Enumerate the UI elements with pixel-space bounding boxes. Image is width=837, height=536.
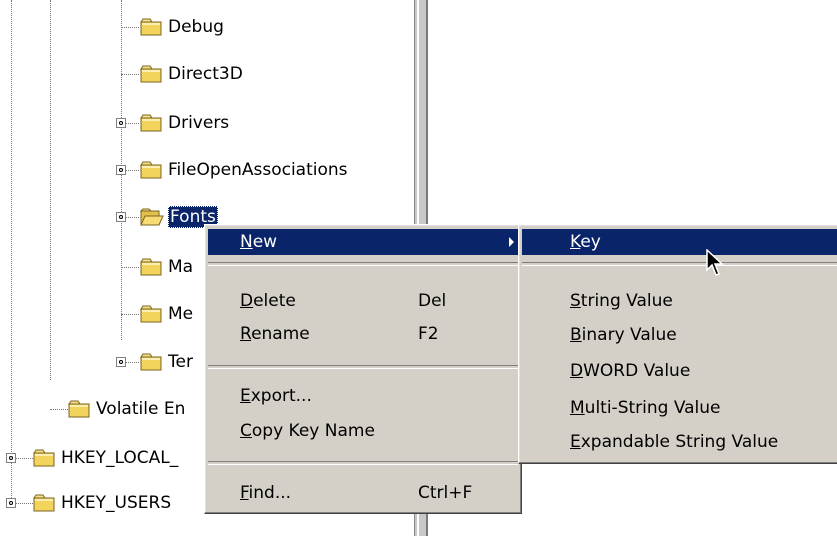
mouse-pointer-icon — [706, 249, 724, 276]
tree-node-ter[interactable]: Ter — [140, 350, 195, 374]
submenu-item-key[interactable]: Key — [522, 229, 837, 255]
menu-item-label: New — [240, 232, 278, 252]
menu-item-new[interactable]: New — [208, 229, 518, 255]
tree-node-volatile-environment[interactable]: Volatile En — [68, 397, 187, 421]
folder-icon — [33, 449, 55, 467]
menu-item-label: Rename — [240, 324, 310, 344]
submenu-item-dword-value[interactable]: DWORD Value — [522, 358, 837, 384]
menu-item-label: Find... — [240, 483, 292, 503]
tree-node-direct3d[interactable]: Direct3D — [140, 62, 245, 86]
menu-item-label: Copy Key Name — [240, 421, 375, 441]
submenu-item-expandable-string-value[interactable]: Expandable String Value — [522, 429, 837, 455]
menu-item-delete[interactable]: Delete Del — [208, 288, 518, 314]
tree-line — [121, 267, 139, 268]
menu-item-find[interactable]: Find... Ctrl+F — [208, 480, 518, 506]
tree-node-label: Me — [168, 304, 194, 324]
folder-icon — [68, 400, 90, 418]
tree-line — [121, 27, 139, 28]
menu-shortcut: Ctrl+F — [418, 483, 473, 503]
menu-separator — [522, 262, 837, 266]
menu-item-label: DWORD Value — [570, 361, 691, 381]
menu-separator — [208, 365, 518, 369]
submenu-item-multi-string-value[interactable]: Multi-String Value — [522, 395, 837, 421]
menu-shortcut: Del — [418, 291, 447, 311]
folder-icon — [140, 65, 162, 83]
tree-node-hkey-local-machine[interactable]: HKEY_LOCAL_ — [33, 446, 180, 470]
menu-item-label: Binary Value — [570, 325, 677, 345]
tree-node-label: FileOpenAssociations — [168, 160, 348, 180]
menu-shortcut: F2 — [418, 324, 439, 344]
menu-item-label: Export... — [240, 386, 312, 406]
folder-icon — [140, 114, 162, 132]
tree-node-label: Volatile En — [96, 399, 186, 419]
tree-node-label: Drivers — [168, 113, 230, 133]
tree-node-drivers[interactable]: Drivers — [140, 111, 231, 135]
expand-collapse-icon[interactable] — [116, 165, 126, 175]
expand-collapse-icon[interactable] — [6, 498, 16, 508]
menu-item-label: String Value — [570, 291, 673, 311]
folder-icon — [33, 494, 55, 512]
menu-separator — [208, 461, 518, 465]
new-submenu: Key String Value Binary Value DWORD Valu… — [518, 224, 837, 464]
submenu-item-string-value[interactable]: String Value — [522, 288, 837, 314]
folder-open-icon — [140, 208, 164, 226]
chevron-right-icon — [509, 237, 514, 247]
tree-node-label: HKEY_LOCAL_ — [61, 448, 179, 468]
tree-node-label: Ma — [168, 257, 194, 277]
tree-node-label: Direct3D — [168, 64, 243, 84]
menu-item-copy-key-name[interactable]: Copy Key Name — [208, 418, 518, 444]
menu-item-label: Multi-String Value — [570, 398, 721, 418]
tree-line — [11, 0, 12, 500]
folder-icon — [140, 18, 162, 36]
menu-item-label: Expandable String Value — [570, 432, 779, 452]
context-menu: New Delete Del Rename F2 Export... Copy … — [204, 224, 522, 514]
folder-icon — [140, 258, 162, 276]
tree-node-debug[interactable]: Debug — [140, 15, 226, 39]
menu-item-rename[interactable]: Rename F2 — [208, 321, 518, 347]
folder-icon — [140, 353, 162, 371]
tree-node-me[interactable]: Me — [140, 302, 195, 326]
tree-node-label: Ter — [168, 352, 193, 372]
tree-line — [50, 409, 68, 410]
tree-line — [121, 314, 139, 315]
tree-line — [121, 74, 139, 75]
tree-node-fileopenassociations[interactable]: FileOpenAssociations — [140, 158, 350, 182]
tree-node-label: HKEY_USERS — [61, 493, 172, 513]
folder-icon — [140, 305, 162, 323]
expand-collapse-icon[interactable] — [116, 118, 126, 128]
expand-collapse-icon[interactable] — [6, 453, 16, 463]
expand-collapse-icon[interactable] — [116, 357, 126, 367]
tree-node-label: Debug — [168, 17, 224, 37]
expand-collapse-icon[interactable] — [116, 212, 126, 222]
tree-node-hkey-users[interactable]: HKEY_USERS — [33, 491, 173, 515]
menu-item-label: Delete — [240, 291, 296, 311]
tree-node-ma[interactable]: Ma — [140, 255, 195, 279]
tree-line — [50, 0, 51, 380]
menu-separator — [208, 262, 518, 266]
folder-icon — [140, 161, 162, 179]
menu-item-export[interactable]: Export... — [208, 383, 518, 409]
menu-item-label: Key — [570, 232, 601, 252]
submenu-item-binary-value[interactable]: Binary Value — [522, 322, 837, 348]
